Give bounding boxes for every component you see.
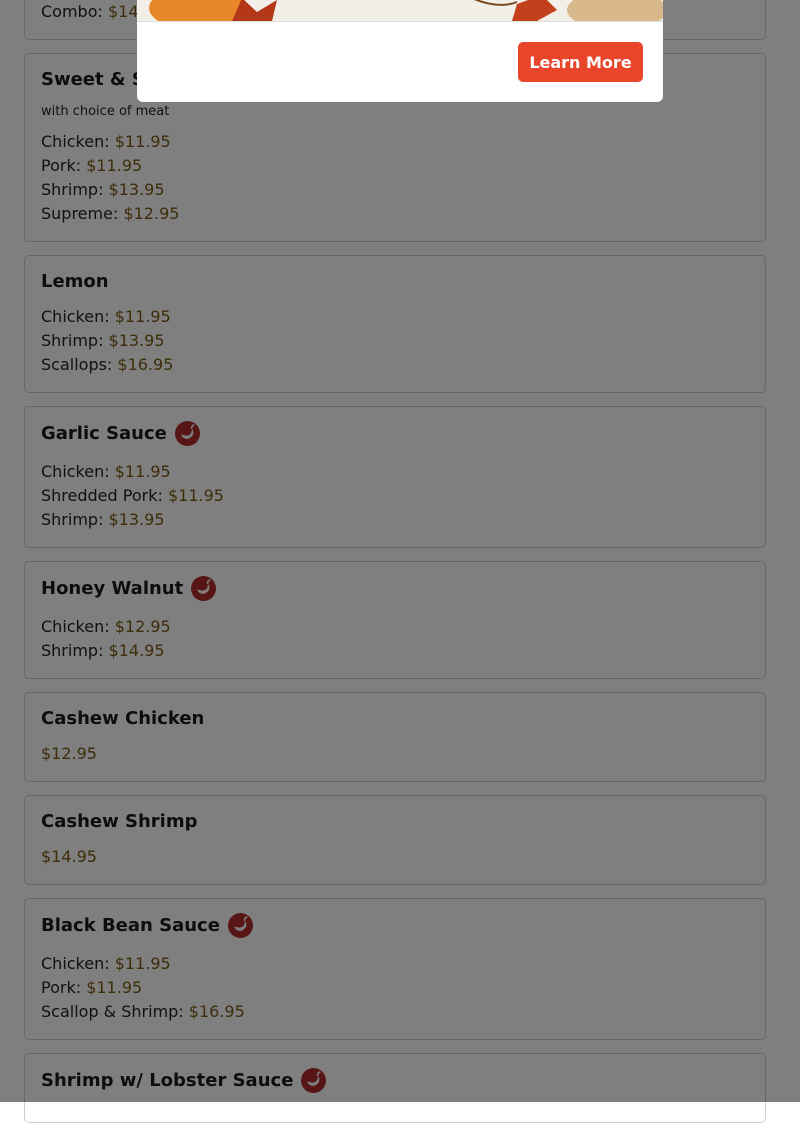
promo-banner-image — [137, 0, 663, 30]
modal-overlay[interactable] — [0, 0, 800, 1102]
promo-modal: Learn More — [137, 0, 663, 102]
learn-more-button[interactable]: Learn More — [518, 42, 643, 82]
autumn-banner-graphic — [149, 0, 663, 30]
